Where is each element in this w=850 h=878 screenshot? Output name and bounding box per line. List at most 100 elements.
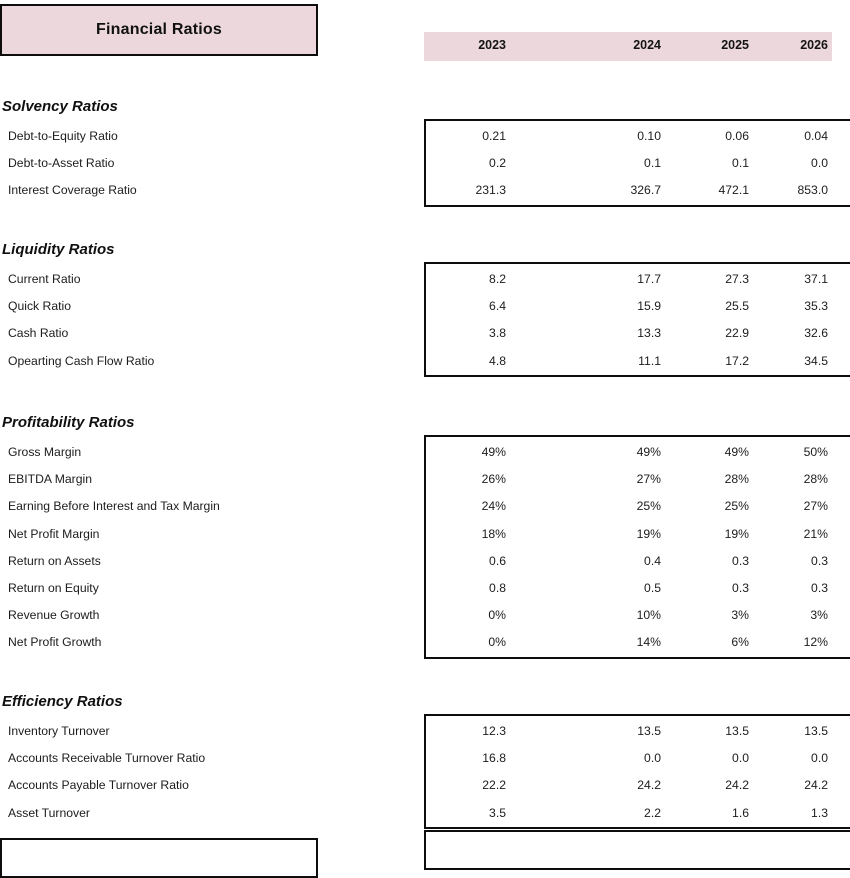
row-label: Return on Equity [8,581,99,595]
value-cell: 3% [810,608,828,623]
value-cell: 17.7 [637,272,661,286]
value-cell: 12.3 [482,724,506,738]
value-cell: 49% [636,445,661,459]
value-cell: 0% [488,608,506,623]
value-cell: 21% [803,526,828,541]
value-cell: 0.4 [644,553,661,568]
value-cell: 27.3 [725,272,749,286]
row-label: EBITDA Margin [8,472,92,487]
row-label: Accounts Receivable Turnover Ratio [8,751,206,766]
value-cell: 0% [488,635,506,650]
financial-ratios-title-box: Financial Ratios [0,4,318,56]
value-cell: 28% [803,472,828,487]
row-label: Debt-to-Asset Ratio [8,156,115,171]
row-label: Current Ratio [8,272,81,286]
value-cell: 0.06 [725,129,749,143]
value-cell: 0.21 [482,129,506,143]
value-cell: 6% [731,635,749,650]
row-label: Net Profit Growth [8,635,102,650]
value-cell: 0.8 [489,581,506,595]
value-cell: 13.5 [725,724,749,738]
value-cell: 15.9 [637,299,661,314]
value-cell: 34.5 [804,353,828,368]
value-box-profitability-ratios [424,435,850,659]
value-cell: 26% [481,472,506,487]
value-cell: 13.5 [637,724,661,738]
column-header-2025: 2025 [721,38,749,52]
value-cell: 853.0 [797,183,829,198]
value-cell: 32.6 [804,326,828,341]
value-cell: 28% [724,472,749,487]
value-cell: 16.8 [482,751,506,766]
value-cell: 24.2 [725,778,749,793]
value-cell: 0.3 [811,553,828,568]
value-cell: 0.3 [732,553,749,568]
value-cell: 27% [803,499,828,514]
value-cell: 0.04 [804,129,828,143]
value-cell: 25% [724,499,749,514]
section-heading-solvency-ratios: Solvency Ratios [2,98,118,115]
value-cell: 11.1 [638,353,661,368]
value-cell: 0.1 [644,156,661,171]
row-label: Quick Ratio [8,299,71,314]
value-cell: 0.3 [811,581,828,595]
page-title: Financial Ratios [96,21,222,38]
value-cell: 0.10 [637,129,661,143]
next-section-value-box-partial [424,830,850,870]
value-cell: 472.1 [718,183,750,198]
value-cell: 0.0 [644,751,661,766]
value-cell: 8.2 [489,272,506,286]
value-cell: 22.2 [482,778,506,793]
value-cell: 27% [636,472,661,487]
value-cell: 24.2 [804,778,828,793]
value-cell: 49% [481,445,506,459]
row-label: Revenue Growth [8,608,100,623]
row-label: Asset Turnover [8,805,90,820]
value-cell: 3.5 [489,805,506,820]
value-cell: 14% [636,635,661,650]
value-cell: 0.0 [732,751,749,766]
row-label: Return on Assets [8,553,101,568]
value-cell: 24.2 [637,778,661,793]
value-cell: 19% [636,526,661,541]
column-header-2024: 2024 [633,38,661,52]
value-cell: 10% [636,608,661,623]
row-label: Interest Coverage Ratio [8,183,137,198]
value-cell: 4.8 [489,353,506,368]
value-cell: 6.4 [489,299,506,314]
column-header-2026: 2026 [800,38,828,52]
value-cell: 49% [724,445,749,459]
value-cell: 25.5 [725,299,749,314]
value-cell: 0.2 [489,156,506,171]
row-label: Earning Before Interest and Tax Margin [8,499,220,514]
value-cell: 231.3 [475,183,507,198]
value-cell: 0.1 [732,156,749,171]
value-cell: 1.6 [732,805,749,820]
value-cell: 1.3 [811,805,828,820]
row-label: Gross Margin [8,445,82,459]
value-cell: 25% [636,499,661,514]
row-label: Accounts Payable Turnover Ratio [8,778,189,793]
value-cell: 326.7 [630,183,662,198]
value-cell: 13.3 [637,326,661,341]
value-cell: 13.5 [804,724,828,738]
year-header-band: 2023 2024 2025 2026 [424,32,832,61]
value-cell: 3% [731,608,749,623]
value-cell: 0.0 [811,751,828,766]
row-label: Net Profit Margin [8,526,100,541]
value-cell: 3.8 [489,326,506,341]
section-heading-liquidity-ratios: Liquidity Ratios [2,241,115,258]
row-label: Inventory Turnover [8,724,110,738]
value-cell: 35.3 [804,299,828,314]
column-header-2023: 2023 [478,38,506,52]
value-cell: 19% [724,526,749,541]
value-cell: 0.6 [489,553,506,568]
value-cell: 24% [481,499,506,514]
value-cell: 17.2 [725,353,749,368]
value-cell: 12% [803,635,828,650]
value-cell: 37.1 [804,272,828,286]
section-heading-efficiency-ratios: Efficiency Ratios [2,693,123,710]
value-cell: 0.0 [811,156,828,171]
value-cell: 50% [803,445,828,459]
section-heading-profitability-ratios: Profitability Ratios [2,414,135,431]
